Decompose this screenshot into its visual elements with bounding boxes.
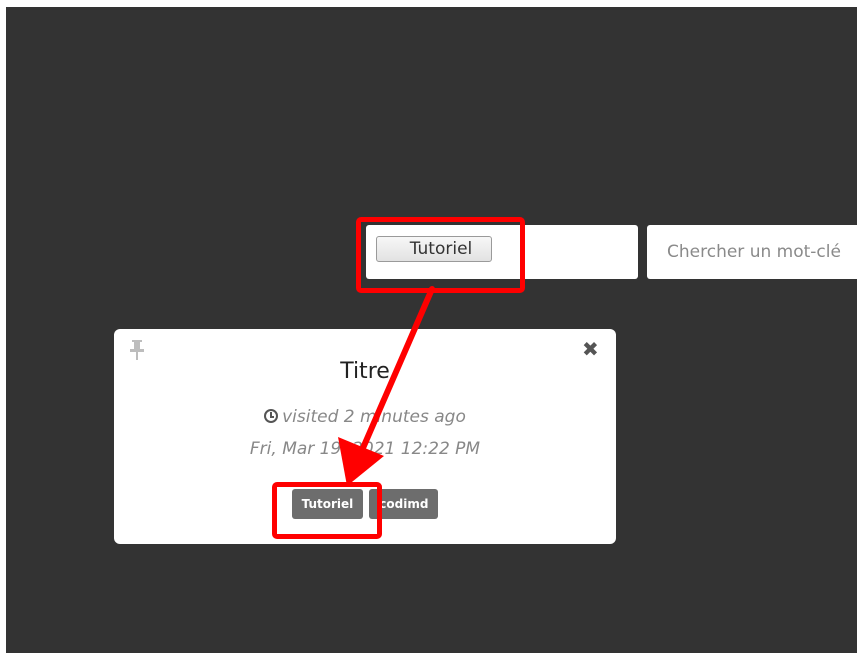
note-title[interactable]: Titre [114, 359, 616, 384]
visited-text: visited 2 minutes ago [282, 407, 466, 427]
visited-line: visited 2 minutes ago [114, 407, 616, 427]
date-line: Fri, Mar 19, 2021 12:22 PM [249, 439, 481, 459]
clock-icon [264, 409, 279, 423]
pin-icon[interactable] [128, 339, 148, 361]
highlight-box-tag [272, 482, 382, 539]
close-icon[interactable]: ✖ [582, 339, 599, 359]
highlight-box-filter [356, 217, 525, 293]
keyword-search-input[interactable] [647, 225, 857, 279]
